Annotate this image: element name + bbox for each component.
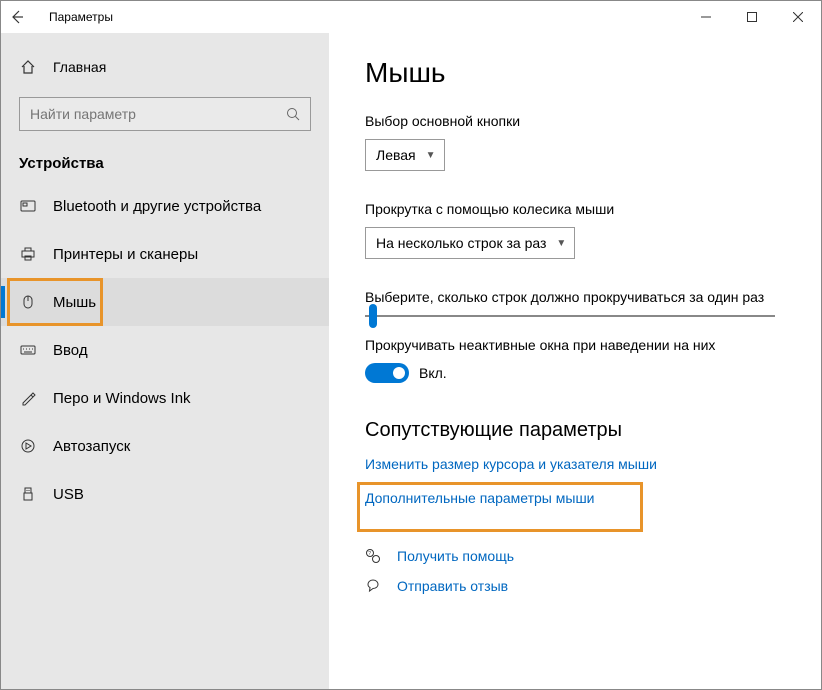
- lines-label: Выберите, сколько строк должно прокручив…: [365, 289, 801, 305]
- sidebar-item-mouse[interactable]: Мышь: [1, 278, 329, 326]
- sidebar-item-usb[interactable]: USB: [1, 470, 329, 518]
- scroll-wheel-dropdown[interactable]: На несколько строк за раз ▼: [365, 227, 575, 259]
- search-input[interactable]: [30, 106, 286, 122]
- primary-button-value: Левая: [376, 147, 416, 163]
- page-title: Мышь: [365, 57, 801, 89]
- maximize-button[interactable]: [729, 1, 775, 33]
- lines-slider[interactable]: [365, 315, 775, 317]
- close-button[interactable]: [775, 1, 821, 33]
- sidebar: Главная Устройства Bluetooth и другие ус…: [1, 33, 329, 689]
- back-button[interactable]: [9, 9, 45, 25]
- category-title: Устройства: [1, 131, 329, 182]
- slider-thumb[interactable]: [369, 304, 377, 328]
- link-cursor-size[interactable]: Изменить размер курсора и указателя мыши: [365, 456, 801, 472]
- home-label: Главная: [53, 59, 106, 75]
- usb-icon: [19, 486, 37, 502]
- sidebar-item-label: Ввод: [53, 342, 88, 359]
- related-section-title: Сопутствующие параметры: [365, 419, 801, 442]
- inactive-scroll-label: Прокручивать неактивные окна при наведен…: [365, 337, 801, 353]
- autoplay-icon: [19, 438, 37, 454]
- sidebar-item-keyboard[interactable]: Ввод: [1, 326, 329, 374]
- chevron-down-icon: ▼: [556, 238, 566, 249]
- scroll-wheel-label: Прокрутка с помощью колесика мыши: [365, 201, 801, 217]
- primary-button-label: Выбор основной кнопки: [365, 113, 801, 129]
- sidebar-item-printer[interactable]: Принтеры и сканеры: [1, 230, 329, 278]
- sidebar-item-pen[interactable]: Перо и Windows Ink: [1, 374, 329, 422]
- sidebar-item-label: Bluetooth и другие устройства: [53, 198, 261, 215]
- feedback-icon: [365, 578, 383, 594]
- sidebar-item-bluetooth[interactable]: Bluetooth и другие устройства: [1, 182, 329, 230]
- scroll-wheel-value: На несколько строк за раз: [376, 235, 546, 251]
- search-box[interactable]: [19, 97, 311, 131]
- bluetooth-icon: [19, 198, 37, 214]
- mouse-icon: [19, 294, 37, 310]
- search-icon: [286, 107, 300, 121]
- link-additional-mouse-settings[interactable]: Дополнительные параметры мыши: [365, 490, 595, 506]
- sidebar-item-autoplay[interactable]: Автозапуск: [1, 422, 329, 470]
- arrow-left-icon: [9, 9, 25, 25]
- home-icon: [19, 59, 37, 75]
- sidebar-item-label: Принтеры и сканеры: [53, 246, 198, 263]
- maximize-icon: [747, 12, 757, 22]
- primary-button-dropdown[interactable]: Левая ▼: [365, 139, 445, 171]
- link-feedback[interactable]: Отправить отзыв: [397, 578, 508, 594]
- minimize-button[interactable]: [683, 1, 729, 33]
- content-area: Мышь Выбор основной кнопки Левая ▼ Прокр…: [329, 33, 821, 689]
- sidebar-item-label: Перо и Windows Ink: [53, 390, 191, 407]
- sidebar-item-label: Автозапуск: [53, 438, 130, 455]
- inactive-scroll-toggle[interactable]: [365, 363, 409, 383]
- toggle-state-label: Вкл.: [419, 365, 447, 381]
- home-nav-item[interactable]: Главная: [1, 51, 329, 83]
- pen-icon: [19, 390, 37, 406]
- printer-icon: [19, 246, 37, 262]
- slider-track: [365, 315, 775, 317]
- keyboard-icon: [19, 342, 37, 358]
- help-icon: ?: [365, 548, 383, 564]
- sidebar-item-label: USB: [53, 486, 84, 503]
- chevron-down-icon: ▼: [426, 150, 436, 161]
- close-icon: [793, 12, 803, 22]
- svg-text:?: ?: [368, 551, 371, 557]
- link-get-help[interactable]: Получить помощь: [397, 548, 514, 564]
- window-title: Параметры: [45, 10, 683, 24]
- minimize-icon: [701, 12, 711, 22]
- sidebar-item-label: Мышь: [53, 294, 96, 311]
